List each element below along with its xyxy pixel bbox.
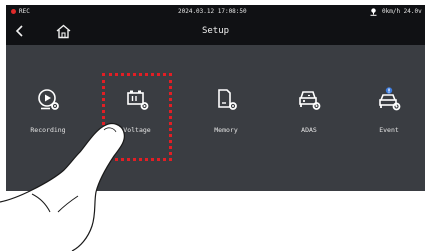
menu-item-label: Event bbox=[379, 126, 399, 134]
status-bar: REC 2024.03.12 17:08:50 0km/h 24.0v bbox=[6, 5, 425, 18]
gps-icon bbox=[370, 8, 377, 16]
title-bar: Setup bbox=[6, 18, 425, 45]
menu-item-adas[interactable]: ADAS bbox=[277, 87, 341, 147]
menu-item-event[interactable]: Event bbox=[357, 87, 421, 147]
page-title: Setup bbox=[201, 26, 230, 36]
rec-label: REC bbox=[19, 8, 30, 15]
recording-settings-icon bbox=[38, 89, 59, 110]
car-settings-icon bbox=[299, 91, 321, 110]
menu-item-label: ADAS bbox=[301, 126, 317, 134]
rec-indicator-icon bbox=[11, 9, 16, 14]
pointing-hand-icon bbox=[0, 123, 125, 251]
sd-card-settings-icon bbox=[218, 89, 237, 110]
datetime: 2024.03.12 17:08:50 bbox=[178, 8, 247, 15]
speed-readout: 0km/h 24.0v bbox=[382, 8, 422, 15]
car-alert-settings-icon bbox=[379, 87, 401, 111]
menu-item-memory[interactable]: Memory bbox=[194, 87, 258, 147]
menu-item-label: Memory bbox=[214, 126, 238, 134]
